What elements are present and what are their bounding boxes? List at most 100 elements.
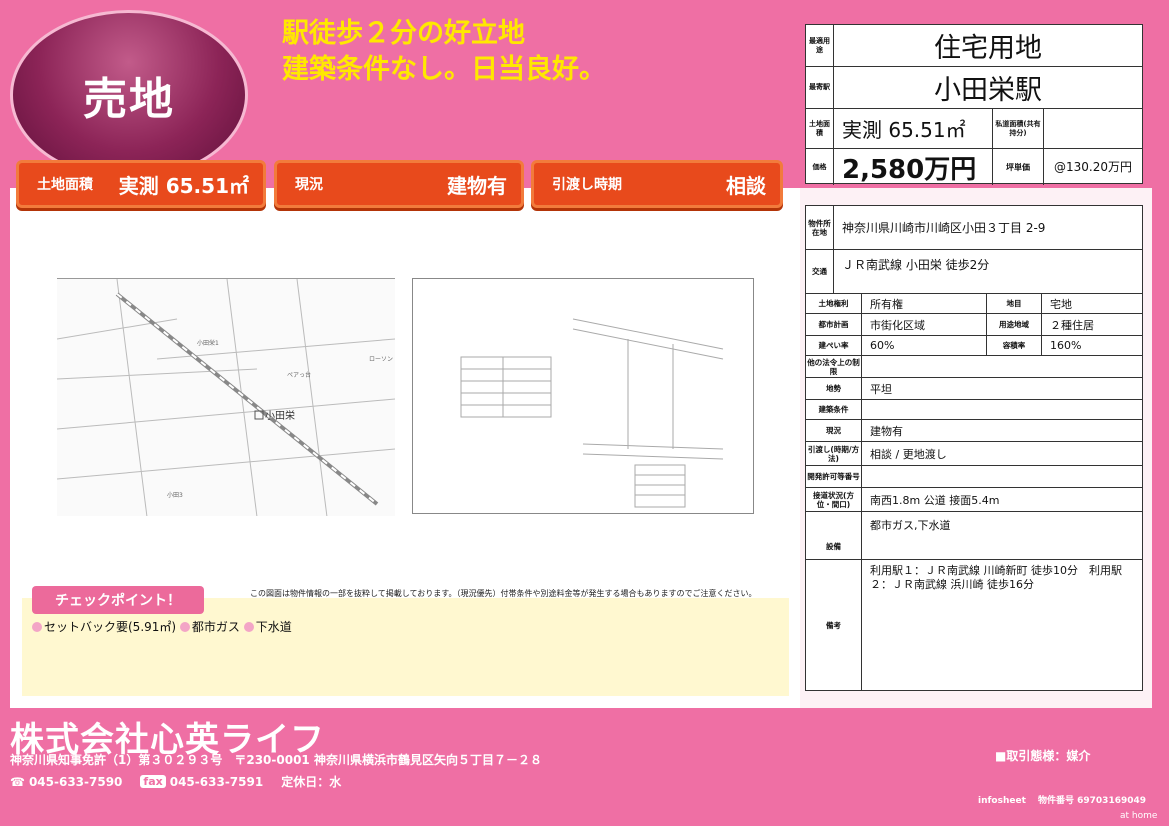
summary-value: 実測 65.51㎡ [842, 118, 966, 142]
detail-row-permit: 開発許可等番号 [806, 466, 1142, 488]
detail-value: 160% [1050, 339, 1082, 352]
detail-value: 所有権 [870, 297, 903, 311]
checkpoint-title: チェックポイント！ [32, 586, 204, 614]
badge-land-area: 土地面積 実測 65.51㎡ [16, 160, 266, 208]
detail-label: 設備 [806, 512, 862, 559]
detail-label: 接道状況(方位・間口) [806, 488, 862, 511]
badge-status: 現況 建物有 [274, 160, 524, 208]
detail-value [862, 466, 870, 487]
catch-copy: 駅徒歩２分の好立地 建築条件なし。日当良好。 [282, 16, 606, 88]
infosheet-number: infosheet 物件番号 69703169049 [978, 796, 1147, 806]
detail-label: 備考 [806, 560, 862, 690]
map-station-label: 小田栄 [265, 410, 295, 422]
athome-logo: at home [1120, 811, 1158, 821]
detail-label: 土地権利 [806, 294, 862, 313]
detail-label: 引渡し(時期/方法) [806, 442, 862, 465]
summary-label: 最寄駅 [806, 67, 834, 108]
detail-value: 利用駅１：ＪＲ南武線 川崎新町 徒歩10分 利用駅２：ＪＲ南武線 浜川崎 徒歩1… [870, 564, 1122, 591]
summary-value: @130.20万円 [1054, 159, 1132, 174]
detail-value: 南西1.8m 公道 接面5.4m [870, 493, 1000, 507]
detail-label: 開発許可等番号 [806, 466, 862, 487]
detail-value: 建物有 [870, 424, 903, 438]
badge-value: 実測 65.51㎡ [118, 173, 249, 198]
summary-row-price: 価格 2,580万円 坪単価 @130.20万円 [806, 149, 1142, 185]
detail-row-road: 接道状況(方位・間口) 南西1.8m 公道 接面5.4m [806, 488, 1142, 512]
checkpoint-item: 下水道 [255, 620, 292, 634]
detail-row-buildcond: 建築条件 [806, 400, 1142, 420]
detail-row-location: 物件所在地 神奈川県川崎市川崎区小田３丁目 2-9 [806, 206, 1142, 250]
checkpoint-item: セットバック要(5.91㎡) [44, 620, 177, 634]
detail-value: ＪＲ南武線 小田栄 徒歩2分 [842, 258, 990, 272]
detail-value: 相談 / 更地渡し [870, 447, 947, 461]
badge-value: 相談 [726, 173, 766, 198]
detail-value: 市街化区域 [870, 318, 925, 332]
fax-icon: fax [140, 775, 166, 788]
left-border [0, 188, 10, 708]
summary-row-station: 最寄駅 小田栄駅 [806, 67, 1142, 109]
right-border [1152, 188, 1169, 708]
holiday: 定休日：水 [281, 775, 342, 789]
badge-label: 現況 [295, 177, 323, 193]
catch-line-1: 駅徒歩２分の好立地 [282, 18, 525, 49]
detail-row-ratio: 建ぺい率 60% 容積率 160% [806, 336, 1142, 356]
catch-line-2: 建築条件なし。日当良好。 [282, 54, 606, 85]
badge-value: 建物有 [447, 173, 507, 198]
detail-row-status: 現況 建物有 [806, 420, 1142, 442]
detail-label: 現況 [806, 420, 862, 441]
badge-handover: 引渡し時期 相談 [531, 160, 783, 208]
checkpoint-item: 都市ガス [191, 620, 240, 634]
checkpoint-items: セットバック要(5.91㎡) 都市ガス 下水道 [32, 618, 292, 635]
detail-label: 用途地域 [986, 314, 1042, 335]
price-value: 2,580万円 [842, 154, 977, 185]
summary-label: 土地面積 [806, 109, 834, 148]
summary-label: 最適用途 [806, 25, 834, 66]
map-label: ローソン [369, 356, 393, 363]
phone-icon: ☎ [10, 774, 25, 789]
bullet-icon [243, 622, 254, 632]
badge-label: 引渡し時期 [552, 177, 622, 193]
detail-label: 他の法令上の制限 [806, 356, 862, 377]
summary-value: 小田栄駅 [934, 75, 1042, 106]
detail-row-rights: 土地権利 所有権 地目 宅地 [806, 294, 1142, 314]
survey-plan [412, 278, 754, 514]
map-drawing: 小田栄 小田栄1 小田3 ペアっ台 ローソン [57, 279, 395, 516]
detail-value: 平坦 [870, 382, 892, 396]
sale-badge: 売地 [10, 10, 248, 180]
detail-value: 60% [870, 339, 895, 352]
detail-label: 地目 [986, 294, 1042, 313]
detail-value [862, 400, 870, 419]
summary-row-area: 土地面積 実測 65.51㎡ 私道面積(共有持分) [806, 109, 1142, 149]
detail-value [862, 356, 870, 377]
detail-row-handover: 引渡し(時期/方法) 相談 / 更地渡し [806, 442, 1142, 466]
map-label: ペアっ台 [287, 371, 311, 379]
detail-label: 建ぺい率 [806, 336, 862, 355]
detail-row-traffic: 交通 ＪＲ南武線 小田栄 徒歩2分 [806, 250, 1142, 294]
plan-drawing [460, 318, 724, 508]
detail-table: 物件所在地 神奈川県川崎市川崎区小田３丁目 2-9 交通 ＪＲ南武線 小田栄 徒… [805, 205, 1143, 691]
detail-row-facility: 設備 都市ガス,下水道 [806, 512, 1142, 560]
summary-table: 最適用途 住宅用地 最寄駅 小田栄駅 土地面積 実測 65.51㎡ 私道面積(共… [805, 24, 1143, 185]
detail-row-terrain: 地勢 平坦 [806, 378, 1142, 400]
location-map: 小田栄 小田栄1 小田3 ペアっ台 ローソン [57, 278, 395, 516]
detail-label: 交通 [806, 250, 834, 293]
badge-label: 土地面積 [37, 177, 93, 193]
deal-type: ■取引態様：媒介 [995, 749, 1091, 763]
detail-row-remarks: 備考 利用駅１：ＪＲ南武線 川崎新町 徒歩10分 利用駅２：ＪＲ南武線 浜川崎 … [806, 560, 1142, 690]
bullet-icon [32, 622, 42, 632]
detail-label: 地勢 [806, 378, 862, 399]
map-label: 小田栄1 [197, 339, 219, 347]
summary-label: 坪単価 [992, 149, 1044, 185]
detail-value: 神奈川県川崎市川崎区小田３丁目 2-9 [842, 221, 1046, 235]
detail-label: 物件所在地 [806, 206, 834, 249]
summary-label: 私道面積(共有持分) [992, 109, 1044, 148]
detail-label: 容積率 [986, 336, 1042, 355]
detail-value: ２種住居 [1050, 318, 1094, 332]
detail-row-cityplan: 都市計画 市街化区域 用途地域 ２種住居 [806, 314, 1142, 336]
detail-value: 宅地 [1050, 297, 1072, 311]
summary-row-use: 最適用途 住宅用地 [806, 25, 1142, 67]
sale-badge-text: 売地 [83, 74, 175, 125]
detail-value: 都市ガス,下水道 [870, 519, 951, 532]
bullet-icon [179, 622, 190, 632]
detail-row-otherlaw: 他の法令上の制限 [806, 356, 1142, 378]
fax-number: 045-633-7591 [169, 774, 264, 789]
